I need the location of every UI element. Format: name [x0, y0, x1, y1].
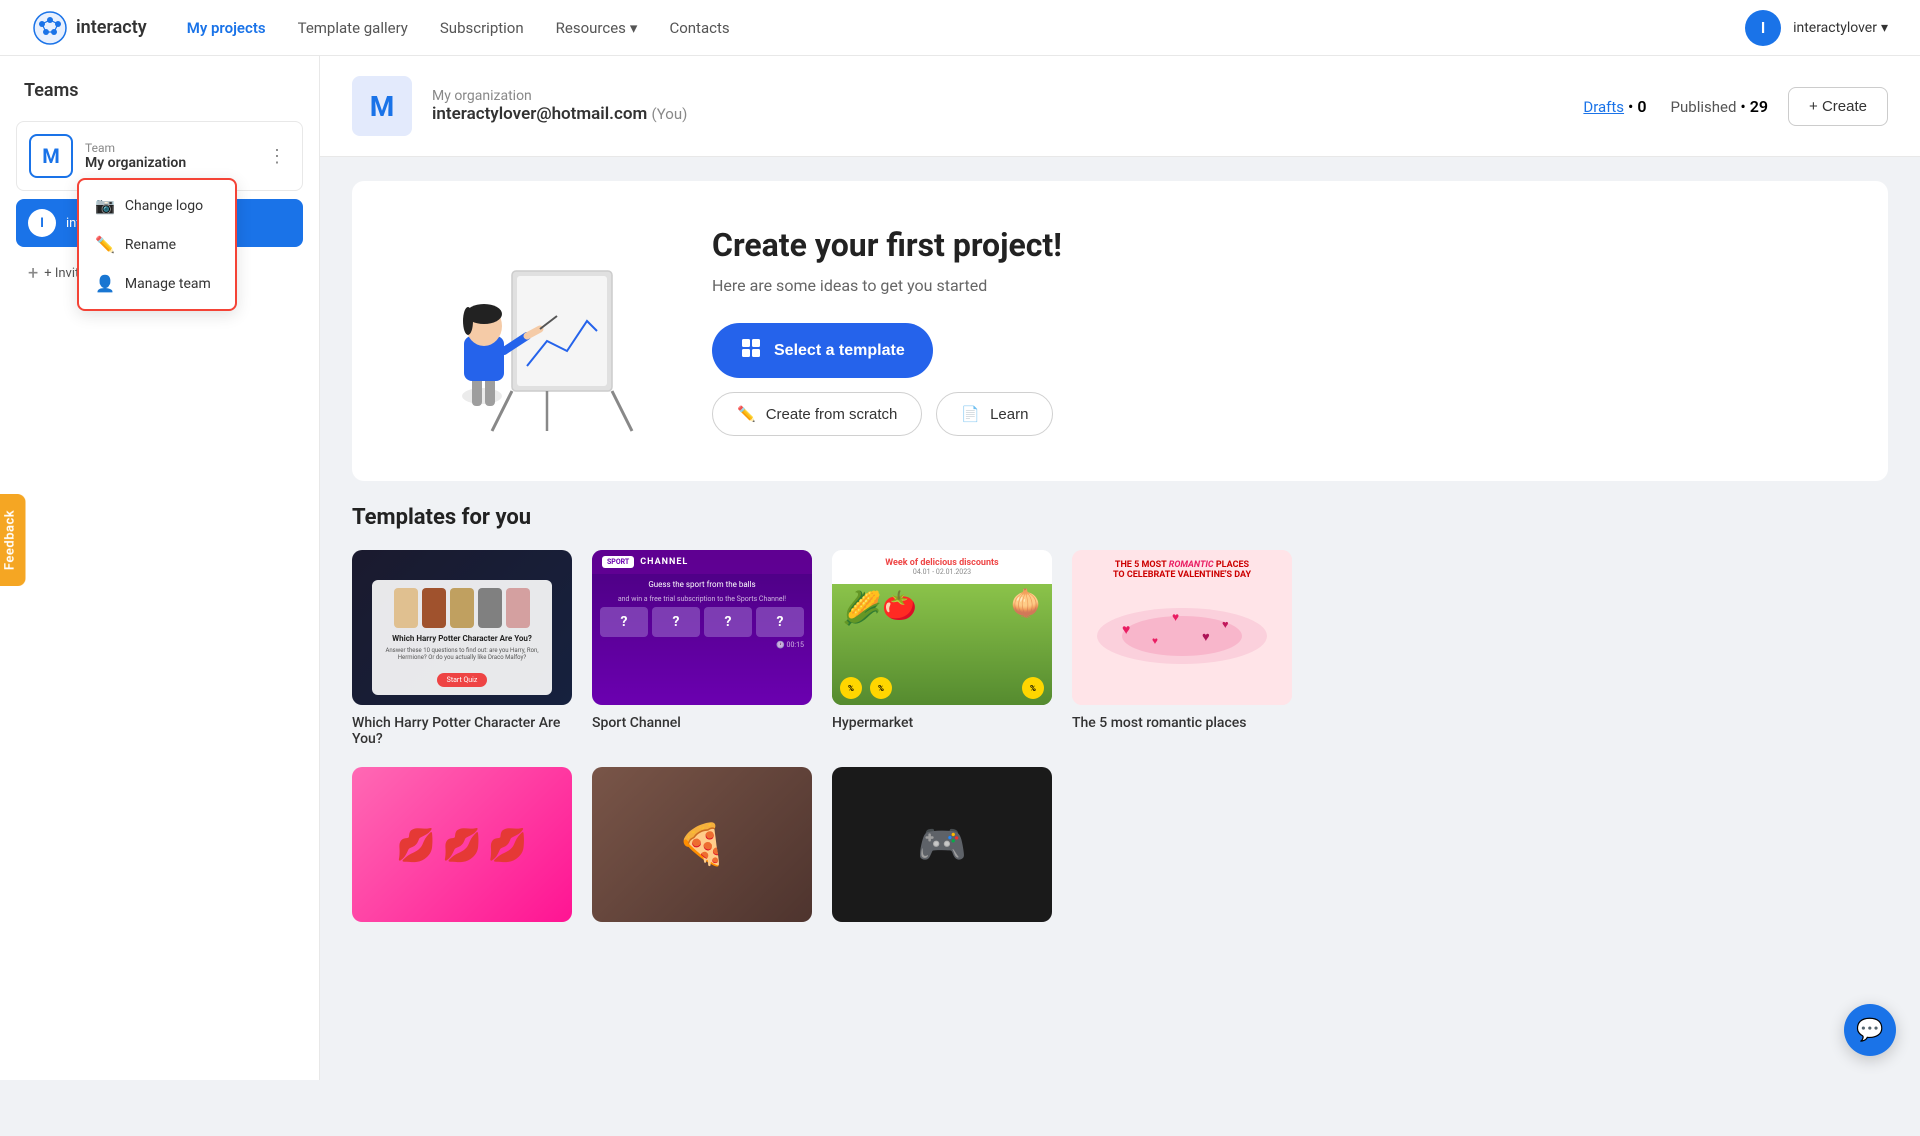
grid-icon: [740, 337, 762, 364]
template-label-romantic: The 5 most romantic places: [1072, 715, 1292, 731]
chat-bubble-button[interactable]: 💬: [1844, 1004, 1896, 1056]
org-header: M My organization interactylover@hotmail…: [320, 56, 1920, 157]
template-label-sport-channel: Sport Channel: [592, 715, 812, 731]
template-thumb-hypermarket: Week of delicious discounts 04.01 - 02.0…: [832, 550, 1052, 705]
template-card-harry-potter[interactable]: Which Harry Potter Character Are You? An…: [352, 550, 572, 747]
template-card-bottom-3[interactable]: 🎮: [832, 767, 1052, 932]
team-avatar: M: [29, 134, 73, 178]
camera-icon: 📷: [95, 196, 115, 215]
team-info: Team My organization: [85, 141, 252, 171]
content-area: M My organization interactylover@hotmail…: [320, 56, 1920, 1080]
navbar: interacty My projects Template gallery S…: [0, 0, 1920, 56]
team-item[interactable]: M Team My organization ⋮ 📷 Change logo ✏…: [16, 121, 303, 191]
org-avatar: M: [352, 76, 412, 136]
sidebar: Teams M Team My organization ⋮ 📷 Change …: [0, 56, 320, 1080]
select-template-button[interactable]: Select a template: [712, 323, 933, 378]
create-button[interactable]: + Create: [1788, 87, 1888, 126]
chevron-down-icon: ▾: [630, 19, 638, 37]
person-icon: 👤: [95, 274, 115, 293]
hero-text: Create your first project! Here are some…: [712, 226, 1848, 436]
team-options-button[interactable]: ⋮: [264, 142, 290, 171]
pencil-icon: ✏️: [737, 405, 756, 423]
org-info: My organization interactylover@hotmail.c…: [432, 88, 1563, 124]
sidebar-title: Teams: [16, 80, 303, 101]
templates-title: Templates for you: [352, 505, 1888, 530]
org-stats: Drafts • 0 Published • 29: [1583, 97, 1768, 116]
secondary-buttons: ✏️ Create from scratch 📄 Learn: [712, 392, 1848, 436]
nav-template-gallery[interactable]: Template gallery: [298, 19, 408, 37]
hero-subtitle: Here are some ideas to get you started: [712, 276, 1848, 295]
template-card-bottom-2[interactable]: 🍕: [592, 767, 812, 932]
manage-team-menu-item[interactable]: 👤 Manage team: [79, 264, 235, 303]
context-menu: 📷 Change logo ✏️ Rename 👤 Manage team: [77, 178, 237, 311]
org-name: My organization: [432, 88, 1563, 104]
user-menu[interactable]: interactylover ▾: [1793, 20, 1888, 36]
template-thumb-bottom-2: 🍕: [592, 767, 812, 922]
nav-links: My projects Template gallery Subscriptio…: [187, 19, 1745, 37]
plus-icon: +: [28, 263, 38, 284]
template-label-hypermarket: Hypermarket: [832, 715, 1052, 731]
nav-resources[interactable]: Resources ▾: [556, 19, 638, 37]
rename-menu-item[interactable]: ✏️ Rename: [79, 225, 235, 264]
template-thumb-bottom-1: 💋 💋 💋: [352, 767, 572, 922]
team-name: My organization: [85, 155, 252, 171]
user-dropdown-arrow: ▾: [1881, 20, 1888, 36]
nav-contacts[interactable]: Contacts: [669, 19, 729, 37]
hero-title: Create your first project!: [712, 226, 1848, 264]
pencil-icon: ✏️: [95, 235, 115, 254]
svg-text:♥: ♥: [1172, 610, 1179, 624]
svg-text:♥: ♥: [1222, 618, 1229, 631]
user-avatar: I: [1745, 10, 1781, 46]
template-thumb-bottom-3: 🎮: [832, 767, 1052, 922]
member-avatar: I: [28, 209, 56, 237]
template-thumb-sport-channel: SPORT CHANNEL Guess the sport from the b…: [592, 550, 812, 705]
template-card-sport-channel[interactable]: SPORT CHANNEL Guess the sport from the b…: [592, 550, 812, 747]
templates-grid-bottom: 💋 💋 💋 🍕 🎮: [352, 767, 1888, 932]
org-email: interactylover@hotmail.com (You): [432, 104, 1563, 124]
nav-my-projects[interactable]: My projects: [187, 19, 266, 37]
template-card-bottom-1[interactable]: 💋 💋 💋: [352, 767, 572, 932]
chat-icon: 💬: [1856, 1018, 1883, 1043]
hero-section: Create your first project! Here are some…: [352, 181, 1888, 481]
change-logo-menu-item[interactable]: 📷 Change logo: [79, 186, 235, 225]
template-thumb-harry-potter: Which Harry Potter Character Are You? An…: [352, 550, 572, 705]
hero-illustration: [392, 221, 652, 441]
published-stat: Published • 29: [1671, 97, 1769, 116]
logo[interactable]: interacty: [32, 10, 147, 46]
drafts-stat: Drafts • 0: [1583, 97, 1646, 116]
svg-text:♥: ♥: [1122, 622, 1130, 638]
svg-text:♥: ♥: [1152, 636, 1158, 647]
svg-text:♥: ♥: [1202, 630, 1210, 645]
feedback-tab[interactable]: Feedback: [0, 494, 26, 586]
templates-grid: Which Harry Potter Character Are You? An…: [352, 550, 1888, 747]
hero-buttons: Select a template ✏️ Create from scratch…: [712, 323, 1848, 436]
main-layout: Teams M Team My organization ⋮ 📷 Change …: [0, 56, 1920, 1080]
nav-subscription[interactable]: Subscription: [440, 19, 524, 37]
template-card-hypermarket[interactable]: Week of delicious discounts 04.01 - 02.0…: [832, 550, 1052, 747]
nav-right: I interactylover ▾: [1745, 10, 1888, 46]
template-thumb-romantic: THE 5 MOST ROMANTIC PLACESTO CELEBRATE V…: [1072, 550, 1292, 705]
logo-text: interacty: [76, 17, 147, 38]
create-from-scratch-button[interactable]: ✏️ Create from scratch: [712, 392, 922, 436]
template-label-harry-potter: Which Harry Potter Character Are You?: [352, 715, 572, 747]
templates-section: Templates for you Whi: [320, 505, 1920, 972]
document-icon: 📄: [961, 405, 980, 423]
drafts-link[interactable]: Drafts: [1583, 98, 1624, 116]
team-label: Team: [85, 141, 252, 155]
learn-button[interactable]: 📄 Learn: [936, 392, 1053, 436]
template-card-romantic[interactable]: THE 5 MOST ROMANTIC PLACESTO CELEBRATE V…: [1072, 550, 1292, 747]
